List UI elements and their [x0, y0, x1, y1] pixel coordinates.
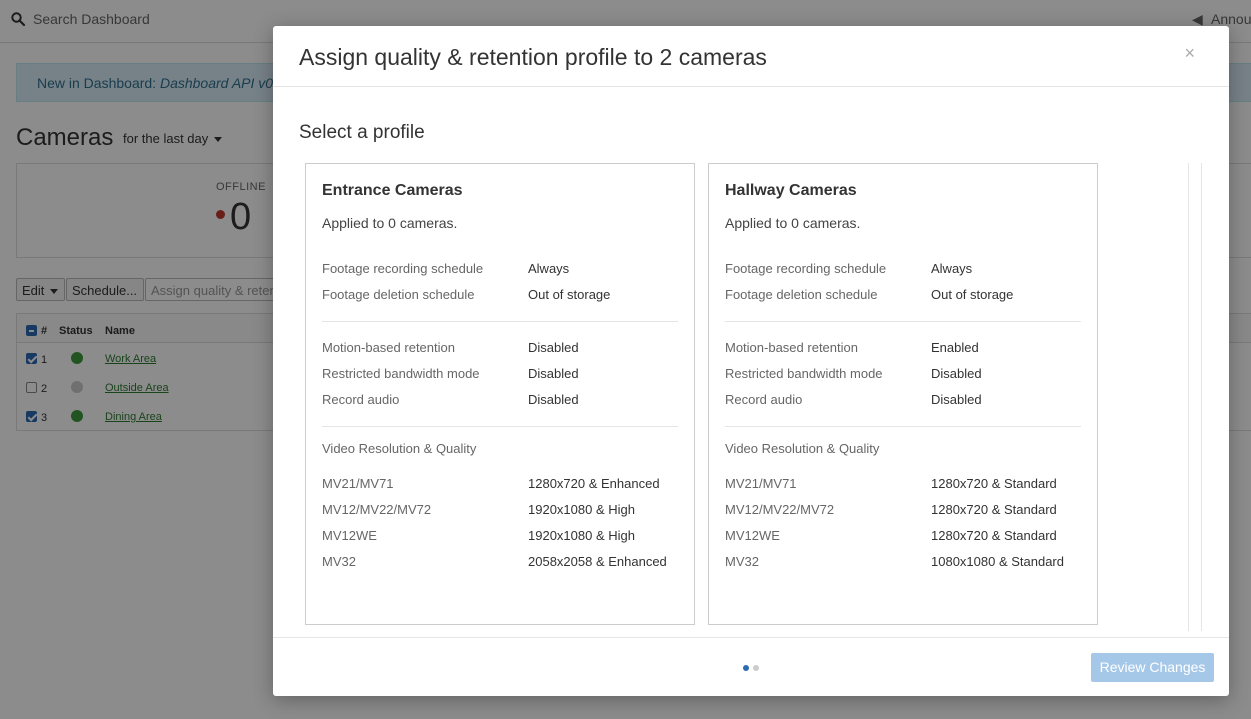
motion-retention-row: Motion-based retention Enabled: [725, 340, 1085, 356]
camera-model: MV32: [725, 554, 759, 569]
modal-title: Assign quality & retention profile to 2 …: [299, 44, 767, 70]
record-audio-value: Disabled: [931, 392, 982, 407]
divider: [322, 321, 678, 322]
profile-name: Hallway Cameras: [725, 182, 857, 199]
resolution-row: MV32 1080x1080 & Standard: [725, 554, 1085, 570]
motion-retention-label: Motion-based retention: [725, 340, 858, 355]
motion-retention-row: Motion-based retention Disabled: [322, 340, 682, 356]
resolution-row: MV21/MV71 1280x720 & Standard: [725, 476, 1085, 492]
modal-footer: Review Changes: [273, 637, 1229, 696]
resolution-row: MV32 2058x2058 & Enhanced: [322, 554, 682, 570]
recording-schedule-value: Always: [528, 261, 570, 276]
motion-retention-value: Disabled: [528, 340, 579, 355]
camera-model: MV21/MV71: [725, 476, 797, 491]
resolution-quality: 1280x720 & Standard: [931, 502, 1057, 517]
pagination-dot[interactable]: [743, 665, 749, 671]
recording-schedule-label: Footage recording schedule: [322, 261, 484, 276]
resolution-row: MV12WE 1920x1080 & High: [322, 528, 682, 544]
record-audio-label: Record audio: [725, 392, 803, 407]
deletion-schedule-value: Out of storage: [931, 287, 1014, 302]
deletion-schedule-row: Footage deletion schedule Out of storage: [322, 287, 682, 303]
profile-card[interactable]: Hallway Cameras Applied to 0 cameras. Foot…: [708, 163, 1098, 625]
resolution-row: MV12WE 1280x720 & Standard: [725, 528, 1085, 544]
close-icon[interactable]: ×: [1184, 43, 1195, 64]
restricted-bandwidth-value: Disabled: [931, 366, 982, 381]
recording-schedule-value: Always: [931, 261, 973, 276]
camera-model: MV12/MV22/MV72: [322, 502, 432, 517]
quality-section-label: Video Resolution & Quality: [725, 441, 880, 456]
profile-applied-count: Applied to 0 cameras.: [322, 215, 458, 231]
divider: [725, 426, 1081, 427]
profile-card[interactable]: Entrance Cameras Applied to 0 cameras. Foo…: [305, 163, 695, 625]
recording-schedule-label: Footage recording schedule: [725, 261, 887, 276]
resolution-quality: 1920x1080 & High: [528, 528, 635, 543]
camera-model: MV12WE: [725, 528, 780, 543]
camera-model: MV21/MV71: [322, 476, 394, 491]
divider: [725, 321, 1081, 322]
camera-model: MV12WE: [322, 528, 377, 543]
profile-applied-count: Applied to 0 cameras.: [725, 215, 861, 231]
recording-schedule-row: Footage recording schedule Always: [322, 261, 682, 277]
restricted-bandwidth-label: Restricted bandwidth mode: [322, 366, 480, 381]
assign-profile-modal: Assign quality & retention profile to 2 …: [273, 26, 1229, 696]
resolution-row: MV12/MV22/MV72 1920x1080 & High: [322, 502, 682, 518]
deletion-schedule-label: Footage deletion schedule: [322, 287, 475, 302]
motion-retention-value: Enabled: [931, 340, 979, 355]
camera-model: MV32: [322, 554, 356, 569]
quality-section-label: Video Resolution & Quality: [322, 441, 477, 456]
select-profile-heading: Select a profile: [299, 122, 425, 143]
restricted-bandwidth-row: Restricted bandwidth mode Disabled: [322, 366, 682, 382]
motion-retention-label: Motion-based retention: [322, 340, 455, 355]
pagination-dot[interactable]: [753, 665, 759, 671]
restricted-bandwidth-label: Restricted bandwidth mode: [725, 366, 883, 381]
resolution-row: MV21/MV71 1280x720 & Enhanced: [322, 476, 682, 492]
review-changes-button[interactable]: Review Changes: [1091, 653, 1214, 682]
record-audio-row: Record audio Disabled: [725, 392, 1085, 408]
resolution-quality: 1080x1080 & Standard: [931, 554, 1064, 569]
modal-header: Assign quality & retention profile to 2 …: [273, 26, 1229, 87]
resolution-quality: 1920x1080 & High: [528, 502, 635, 517]
recording-schedule-row: Footage recording schedule Always: [725, 261, 1085, 277]
resolution-row: MV12/MV22/MV72 1280x720 & Standard: [725, 502, 1085, 518]
resolution-quality: 1280x720 & Standard: [931, 476, 1057, 491]
restricted-bandwidth-value: Disabled: [528, 366, 579, 381]
resolution-quality: 2058x2058 & Enhanced: [528, 554, 667, 569]
profile-name: Entrance Cameras: [322, 182, 463, 199]
resolution-quality: 1280x720 & Enhanced: [528, 476, 660, 491]
deletion-schedule-row: Footage deletion schedule Out of storage: [725, 287, 1085, 303]
record-audio-value: Disabled: [528, 392, 579, 407]
record-audio-row: Record audio Disabled: [322, 392, 682, 408]
deletion-schedule-value: Out of storage: [528, 287, 611, 302]
camera-model: MV12/MV22/MV72: [725, 502, 835, 517]
carousel-scrollbar[interactable]: [1188, 163, 1202, 631]
divider: [322, 426, 678, 427]
record-audio-label: Record audio: [322, 392, 400, 407]
restricted-bandwidth-row: Restricted bandwidth mode Disabled: [725, 366, 1085, 382]
profile-carousel: Entrance Cameras Applied to 0 cameras. Foo…: [305, 163, 1203, 637]
resolution-quality: 1280x720 & Standard: [931, 528, 1057, 543]
deletion-schedule-label: Footage deletion schedule: [725, 287, 878, 302]
